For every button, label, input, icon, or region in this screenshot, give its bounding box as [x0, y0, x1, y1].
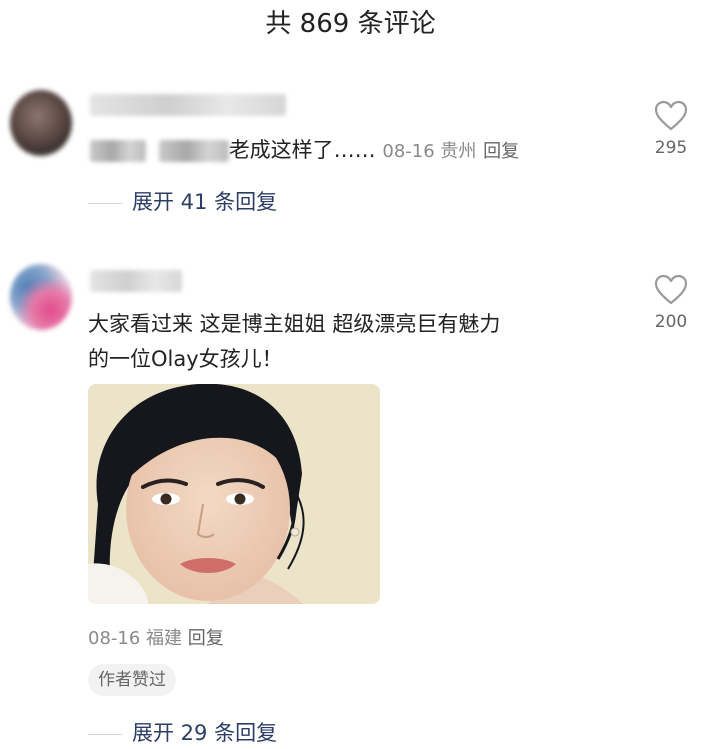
- portrait-photo: [88, 384, 380, 604]
- like-count: 295: [654, 138, 688, 158]
- comment-text[interactable]: 老成这样了…… 08-16 贵州 回复: [90, 133, 519, 169]
- heart-outline-icon: [654, 100, 688, 131]
- comment-image[interactable]: [88, 384, 380, 604]
- username-blurred[interactable]: [90, 270, 182, 292]
- username-blurred[interactable]: [90, 94, 286, 116]
- comment-text-line: 的一位Olay女孩儿！: [88, 347, 283, 371]
- like-button[interactable]: 200: [641, 274, 701, 332]
- avatar[interactable]: [10, 90, 72, 156]
- reply-button[interactable]: 回复: [188, 628, 224, 649]
- like-count: 200: [654, 312, 688, 332]
- comment-count-title: 共 869 条评论: [265, 9, 436, 39]
- heart-outline-icon: [654, 274, 688, 305]
- comment-text-line: 大家看过来 这是博主姐姐 超级漂亮巨有魅力: [88, 312, 501, 336]
- comment-meta: 08-16 贵州: [382, 141, 477, 162]
- expand-replies-link[interactable]: 展开 29 条回复: [88, 718, 277, 748]
- comment-text-visible: 老成这样了……: [228, 138, 376, 162]
- expand-replies-label: 展开 41 条回复: [132, 190, 278, 214]
- redacted-text: [158, 140, 229, 162]
- expand-replies-label: 展开 29 条回复: [132, 721, 278, 745]
- expand-replies-link[interactable]: 展开 41 条回复: [88, 187, 277, 217]
- comment-text[interactable]: 大家看过来 这是博主姐姐 超级漂亮巨有魅力 的一位Olay女孩儿！: [88, 307, 500, 377]
- avatar[interactable]: [10, 264, 72, 330]
- author-liked-badge: 作者赞过: [88, 664, 176, 696]
- comment-meta: 08-16 福建: [88, 628, 183, 649]
- reply-button[interactable]: 回复: [483, 141, 519, 162]
- divider-dash: [88, 202, 122, 204]
- redacted-text: [90, 140, 146, 162]
- divider-dash: [88, 733, 122, 735]
- like-button[interactable]: 295: [641, 100, 701, 158]
- comment-meta-row: 08-16 福建 回复: [88, 624, 224, 650]
